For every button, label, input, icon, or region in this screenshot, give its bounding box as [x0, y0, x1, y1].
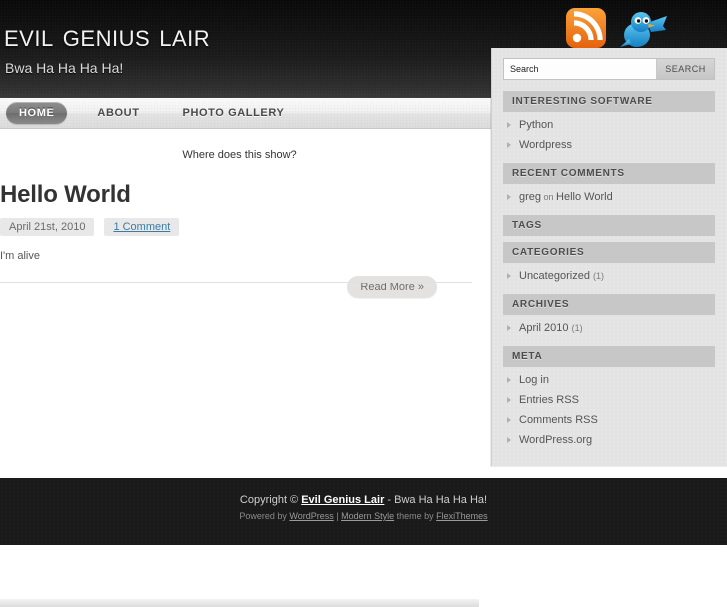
nav-list: Home About Photo Gallery: [6, 98, 297, 128]
link-comments-rss[interactable]: Comments RSS: [519, 414, 598, 426]
post-article: Hello World April 21st, 2010 1 Comment I…: [0, 181, 479, 304]
link-log-in[interactable]: Log in: [519, 374, 549, 386]
widget-interesting-software: Interesting Software Python Wordpress: [503, 91, 715, 161]
bullet-arrow-icon: [507, 397, 511, 403]
comment-author: greg: [519, 191, 542, 203]
bullet-arrow-icon: [507, 273, 511, 279]
footer-inner: Copyright © Evil Genius Lair - Bwa Ha Ha…: [0, 478, 727, 521]
copyright-prefix: Copyright ©: [239, 494, 302, 506]
bullet-arrow-icon: [507, 122, 511, 128]
rss-icon[interactable]: [563, 5, 609, 56]
search-button[interactable]: Search: [656, 59, 714, 79]
nav-item-about[interactable]: About: [84, 102, 152, 124]
link-uncategorized[interactable]: Uncategorized: [519, 270, 590, 282]
widget-archives: Archives April 2010 (1): [503, 294, 715, 344]
widget-categories: Categories Uncategorized (1): [503, 242, 715, 292]
widget-tags: Tags: [503, 215, 715, 240]
list-item[interactable]: Log in: [503, 370, 715, 390]
credits-powered: Powered by: [239, 511, 290, 521]
sidebar-panel: Search Interesting Software Python Wordp…: [491, 48, 727, 466]
link-wordpress-org[interactable]: WordPress.org: [519, 434, 592, 446]
widget-title: Categories: [503, 242, 715, 263]
post-comments-link[interactable]: 1 Comment: [113, 221, 170, 233]
list-item[interactable]: April 2010 (1): [503, 318, 715, 338]
widget-recent-comments: Recent Comments greg on Hello World: [503, 163, 715, 213]
widget-list: Python Wordpress: [503, 112, 715, 161]
bullet-arrow-icon: [507, 437, 511, 443]
post-excerpt: I'm alive: [0, 250, 40, 262]
list-item[interactable]: Entries RSS: [503, 390, 715, 410]
list-item[interactable]: Comments RSS: [503, 410, 715, 430]
link-entries-rss[interactable]: Entries RSS: [519, 394, 579, 406]
link-theme-credit[interactable]: Modern Style: [341, 511, 394, 521]
bullet-arrow-icon: [507, 417, 511, 423]
bullet-arrow-icon: [507, 325, 511, 331]
nav-item-photo-gallery[interactable]: Photo Gallery: [170, 102, 298, 124]
widget-list: Log in Entries RSS Comments RSS WordPres…: [503, 367, 715, 456]
widget-title: Interesting Software: [503, 91, 715, 112]
widget-title: Meta: [503, 346, 715, 367]
widget-list: greg on Hello World: [503, 184, 715, 213]
sidebar: Search Interesting Software Python Wordp…: [492, 48, 727, 466]
widget-title: Tags: [503, 215, 715, 236]
search-box: Search: [503, 58, 715, 80]
widget-title: Archives: [503, 294, 715, 315]
read-more-row: Read More »: [0, 270, 479, 304]
site-title-text: Evil Genius Lair: [4, 18, 211, 53]
list-item[interactable]: Uncategorized (1): [503, 266, 715, 286]
bullet-arrow-icon: [507, 377, 511, 383]
post-title[interactable]: Hello World: [0, 181, 479, 209]
widget-list: [503, 236, 715, 240]
main-content: Where does this show? Hello World April …: [0, 129, 479, 607]
read-more-button[interactable]: Read More »: [347, 276, 437, 298]
link-wordpress[interactable]: Wordpress: [519, 139, 572, 151]
site-title[interactable]: Evil Genius Lair: [4, 18, 210, 54]
archive-count: (1): [571, 323, 583, 333]
list-item[interactable]: WordPress.org: [503, 430, 715, 450]
stray-text: Where does this show?: [182, 149, 297, 161]
credits-divider: |: [333, 511, 342, 521]
footer-copyright: Copyright © Evil Genius Lair - Bwa Ha Ha…: [0, 494, 727, 506]
widget-title: Recent Comments: [503, 163, 715, 184]
site-footer: Copyright © Evil Genius Lair - Bwa Ha Ha…: [0, 478, 727, 545]
site-description: Bwa Ha Ha Ha Ha!: [5, 60, 124, 76]
post-divider: [0, 282, 472, 283]
content-bottom-edge: [0, 599, 479, 607]
copyright-suffix: - Bwa Ha Ha Ha Ha!: [384, 494, 488, 506]
footer-credits: Powered by WordPress | Modern Style them…: [0, 511, 727, 521]
comment-post-link[interactable]: Hello World: [556, 191, 613, 203]
social-icons: [563, 8, 669, 56]
bullet-arrow-icon: [507, 194, 511, 200]
link-april-2010[interactable]: April 2010: [519, 322, 569, 334]
list-item[interactable]: Wordpress: [503, 135, 715, 155]
category-count: (1): [593, 271, 604, 281]
post-comments-chip[interactable]: 1 Comment: [104, 218, 180, 236]
widget-list: April 2010 (1): [503, 315, 715, 344]
list-item[interactable]: Python: [503, 115, 715, 135]
link-wordpress-credit[interactable]: WordPress: [289, 511, 333, 521]
page-root: Evil Genius Lair Bwa Ha Ha Ha Ha!: [0, 0, 727, 607]
link-python[interactable]: Python: [519, 119, 553, 131]
bullet-arrow-icon: [507, 142, 511, 148]
twitter-icon[interactable]: [617, 3, 669, 56]
search-input[interactable]: [504, 59, 656, 79]
post-date: April 21st, 2010: [0, 218, 95, 236]
credits-themeby: theme by: [394, 511, 437, 521]
comment-connector: on: [541, 192, 557, 202]
post-meta: April 21st, 2010 1 Comment: [0, 218, 479, 236]
link-flexithemes[interactable]: FlexiThemes: [436, 511, 488, 521]
widget-meta: Meta Log in Entries RSS Comments RSS Wor…: [503, 346, 715, 456]
widget-list: Uncategorized (1): [503, 263, 715, 292]
footer-site-link[interactable]: Evil Genius Lair: [301, 494, 384, 506]
list-item[interactable]: greg on Hello World: [503, 187, 715, 207]
nav-item-home[interactable]: Home: [6, 102, 68, 124]
